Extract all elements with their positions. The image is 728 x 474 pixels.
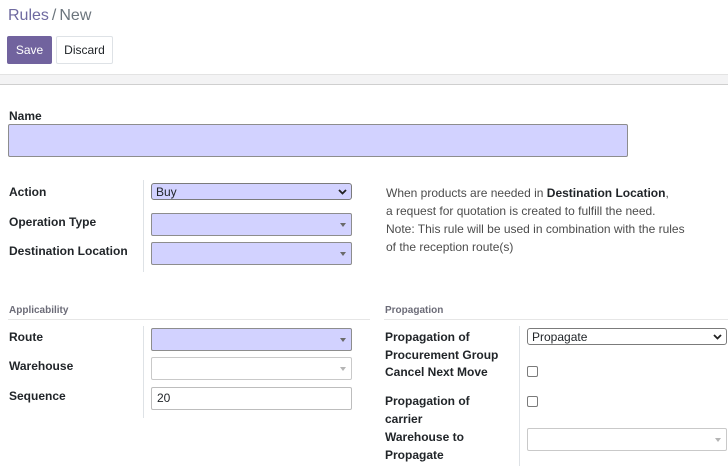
sequence-value: 20 bbox=[157, 391, 171, 405]
propagation-group-title: Propagation bbox=[385, 305, 444, 316]
action-select[interactable]: Buy bbox=[151, 183, 352, 200]
propagation-procurement-group-label: Propagation of Procurement Group bbox=[385, 330, 499, 362]
sequence-input[interactable]: 20 bbox=[151, 387, 352, 410]
name-label: Name bbox=[9, 109, 42, 123]
note-line-4: of the reception route(s) bbox=[386, 240, 514, 254]
cancel-next-move-checkbox[interactable] bbox=[527, 366, 538, 377]
caret-down-icon[interactable] bbox=[340, 223, 346, 227]
sequence-label: Sequence bbox=[9, 389, 66, 403]
propagation-procurement-group-value: Propagate bbox=[532, 330, 588, 344]
note-line-1: When products are needed in Destination … bbox=[386, 186, 669, 200]
warehouse-to-propagate-label: Warehouse to Propagate bbox=[385, 430, 464, 462]
action-label: Action bbox=[9, 185, 47, 199]
caret-down-icon[interactable] bbox=[340, 338, 346, 342]
warehouse-input[interactable] bbox=[151, 357, 352, 380]
breadcrumb: Rules / New bbox=[8, 7, 91, 25]
warehouse-to-propagate-input[interactable] bbox=[527, 428, 727, 451]
caret-down-icon[interactable] bbox=[715, 438, 721, 442]
save-button[interactable]: Save bbox=[7, 36, 52, 64]
name-input[interactable] bbox=[8, 124, 628, 157]
propagation-carrier-checkbox[interactable] bbox=[527, 396, 538, 407]
breadcrumb-parent-link[interactable]: Rules bbox=[8, 7, 49, 24]
operation-type-label: Operation Type bbox=[9, 215, 97, 229]
cancel-next-move-label: Cancel Next Move bbox=[385, 365, 488, 379]
sheet-top-band bbox=[0, 74, 728, 85]
chevron-down-icon bbox=[713, 334, 722, 340]
breadcrumb-current: New bbox=[59, 7, 92, 24]
caret-down-icon[interactable] bbox=[340, 367, 346, 371]
propagation-procurement-group-select[interactable]: Propagate bbox=[527, 328, 727, 345]
applicability-separator bbox=[8, 319, 370, 320]
rule-help-note: When products are needed in Destination … bbox=[386, 184, 706, 256]
caret-down-icon[interactable] bbox=[340, 252, 346, 256]
warehouse-label: Warehouse bbox=[9, 359, 74, 373]
propagation-carrier-label: Propagation of carrier bbox=[385, 394, 470, 426]
label-divider bbox=[519, 326, 520, 466]
destination-location-label: Destination Location bbox=[9, 244, 128, 258]
action-value: Buy bbox=[156, 185, 177, 199]
propagation-separator bbox=[384, 319, 728, 320]
destination-location-input[interactable] bbox=[151, 242, 352, 265]
applicability-group-title: Applicability bbox=[9, 305, 69, 316]
breadcrumb-separator: / bbox=[51, 7, 57, 24]
control-panel: Rules / New Save Discard bbox=[0, 0, 728, 74]
route-label: Route bbox=[9, 330, 43, 344]
chevron-down-icon bbox=[338, 189, 347, 195]
label-divider bbox=[143, 326, 144, 418]
note-line-2: a request for quotation is created to fu… bbox=[386, 204, 656, 218]
note-line-3: Note: This rule will be used in combinat… bbox=[386, 222, 685, 236]
label-divider bbox=[143, 180, 144, 272]
discard-button[interactable]: Discard bbox=[56, 36, 113, 64]
operation-type-input[interactable] bbox=[151, 213, 352, 236]
route-input[interactable] bbox=[151, 328, 352, 351]
